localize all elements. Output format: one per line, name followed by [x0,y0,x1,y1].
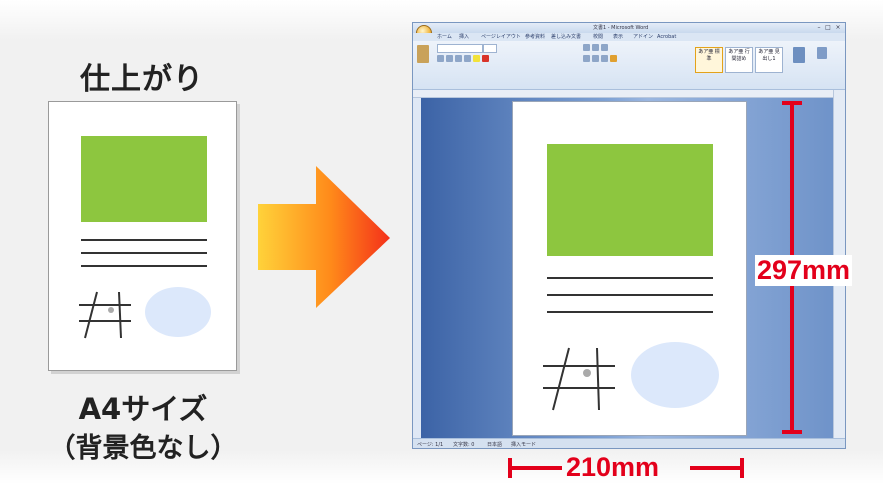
underline-icon[interactable] [455,55,462,62]
text-line [81,239,207,241]
strikethrough-icon[interactable] [464,55,471,62]
tab-mailings[interactable]: 差し込み文書 [551,33,581,41]
tab-page-layout[interactable]: ページレイアウト [481,33,521,41]
tab-review[interactable]: 校閲 [593,33,603,41]
bold-icon[interactable] [437,55,444,62]
minimize-button[interactable]: – [815,24,823,31]
text-line [547,294,713,296]
status-language: 日本語 [487,442,503,448]
table-sketch [79,291,131,339]
style-no-spacing[interactable]: あア亜 行間詰め [725,47,753,73]
ellipse-shape [145,287,211,337]
text-line [547,277,713,279]
indent-icon[interactable] [601,44,608,51]
tab-references[interactable]: 参考資料 [525,33,545,41]
size-caption: A4サイズ [78,392,208,426]
width-dimension-cap-right [740,458,744,478]
status-word-count: 文字数: 0 [453,442,475,448]
width-dimension-line-right [690,466,744,470]
numbering-icon[interactable] [592,44,599,51]
find-icon[interactable] [817,47,827,59]
change-styles-icon[interactable] [793,47,805,63]
align-left-icon[interactable] [583,55,590,62]
ellipse-shape [631,342,719,408]
bullets-icon[interactable] [583,44,590,51]
style-heading-1[interactable]: あア亜 見出し1 [755,47,783,73]
illustration: 仕上がり A4サイズ （背景色なし） 文書1 - Microsoft Word … [0,0,883,484]
tab-acrobat[interactable]: Acrobat [657,33,676,41]
status-bar: ページ: 1/1 文字数: 0 日本語 挿入モード [413,438,845,448]
width-dimension-line-left [508,466,562,470]
align-center-icon[interactable] [592,55,599,62]
finished-page [48,101,237,371]
text-line [547,311,713,313]
align-right-icon[interactable] [601,55,608,62]
height-label: 297mm [755,255,853,286]
shading-icon[interactable] [610,55,617,62]
style-normal[interactable]: あア亜 標準 [695,47,723,73]
font-name-field[interactable] [437,44,483,53]
table-sketch [543,347,615,411]
background-caption: （背景色なし） [48,433,238,464]
text-line [81,252,207,254]
tab-view[interactable]: 表示 [613,33,623,41]
tab-home[interactable]: ホーム [437,33,452,41]
finished-title: 仕上がり [80,62,204,97]
window-title: 文書1 - Microsoft Word [593,25,649,31]
text-line [81,265,207,267]
ribbon: あア亜 標準 あア亜 行間詰め あア亜 見出し1 [413,41,845,90]
paste-icon[interactable] [417,45,429,63]
image-placeholder [547,144,713,256]
height-dimension-cap-bottom [782,430,802,434]
status-page: ページ: 1/1 [417,442,444,448]
horizontal-ruler [413,90,845,98]
title-bar: 文書1 - Microsoft Word – □ × [413,23,845,33]
arrow-right-icon [258,166,390,308]
image-placeholder [81,136,207,222]
width-label: 210mm [566,452,660,482]
tab-insert[interactable]: 挿入 [459,33,469,41]
document-page [512,101,747,436]
status-insert-mode: 挿入モード [511,442,537,448]
tab-addins[interactable]: アドイン [633,33,653,41]
font-color-icon[interactable] [482,55,489,62]
maximize-button[interactable]: □ [824,24,832,31]
highlight-icon[interactable] [473,55,480,62]
italic-icon[interactable] [446,55,453,62]
ribbon-tabs: ホーム 挿入 ページレイアウト 参考資料 差し込み文書 校閲 表示 アドイン A… [413,33,845,41]
close-button[interactable]: × [834,24,842,31]
font-size-field[interactable] [483,44,497,53]
word-window: 文書1 - Microsoft Word – □ × ホーム 挿入 ページレイア… [412,22,846,449]
